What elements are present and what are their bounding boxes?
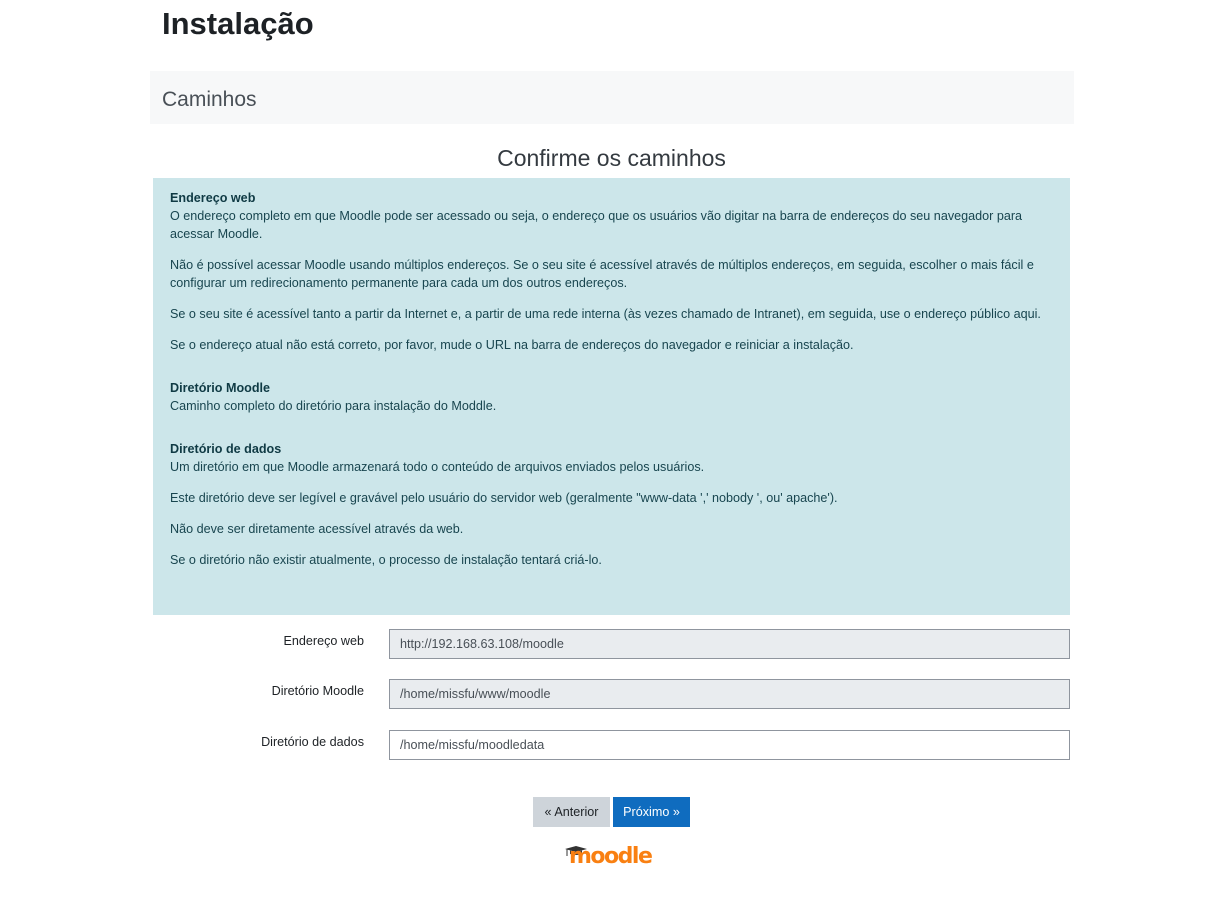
form-row-web-address: Endereço web (153, 629, 1070, 660)
moodle-logo-text: moodle (569, 844, 652, 868)
previous-button[interactable]: « Anterior (533, 797, 610, 827)
help-section-moodle-directory: Diretório Moodle Caminho completo do dir… (170, 379, 1053, 415)
help-paragraph: Não é possível acessar Moodle usando múl… (170, 258, 1034, 290)
paths-help-box: Endereço web O endereço completo em que … (153, 178, 1070, 615)
moodle-directory-label: Diretório Moodle (271, 684, 364, 698)
form-row-data-directory: Diretório de dados (153, 730, 1070, 761)
data-directory-field[interactable] (389, 730, 1070, 760)
data-directory-label: Diretório de dados (261, 735, 364, 749)
web-address-label: Endereço web (283, 634, 364, 648)
help-title-data-directory: Diretório de dados (170, 442, 282, 456)
moodle-directory-field[interactable] (389, 679, 1070, 709)
stage-header: Caminhos (150, 71, 1074, 124)
help-paragraph: Se o diretório não existir atualmente, o… (170, 553, 602, 567)
help-paragraph: Se o seu site é acessível tanto a partir… (170, 307, 1041, 321)
next-button[interactable]: Próximo » (613, 797, 690, 827)
form-row-moodle-directory: Diretório Moodle (153, 679, 1070, 710)
help-paragraph: Caminho completo do diretório para insta… (170, 399, 497, 413)
stage-title: Caminhos (162, 88, 257, 111)
web-address-field[interactable] (389, 629, 1070, 659)
help-title-web-address: Endereço web (170, 191, 256, 205)
moodle-logo-icon: moodle (565, 844, 653, 869)
moodle-logo: moodle (563, 838, 663, 869)
confirm-heading: Confirme os caminhos (497, 145, 726, 171)
help-paragraph: O endereço completo em que Moodle pode s… (170, 209, 1023, 241)
help-paragraph: Este diretório deve ser legível e graváv… (170, 491, 838, 505)
help-section-web-address: Endereço web O endereço completo em que … (170, 189, 1053, 354)
help-section-data-directory: Diretório de dados Um diretório em que M… (170, 440, 1053, 569)
help-paragraph: Um diretório em que Moodle armazenará to… (170, 460, 705, 474)
page-title: Instalação (162, 6, 314, 41)
help-title-moodle-directory: Diretório Moodle (170, 381, 271, 395)
help-paragraph: Não deve ser diretamente acessível atrav… (170, 522, 464, 536)
help-paragraph: Se o endereço atual não está correto, po… (170, 338, 854, 352)
